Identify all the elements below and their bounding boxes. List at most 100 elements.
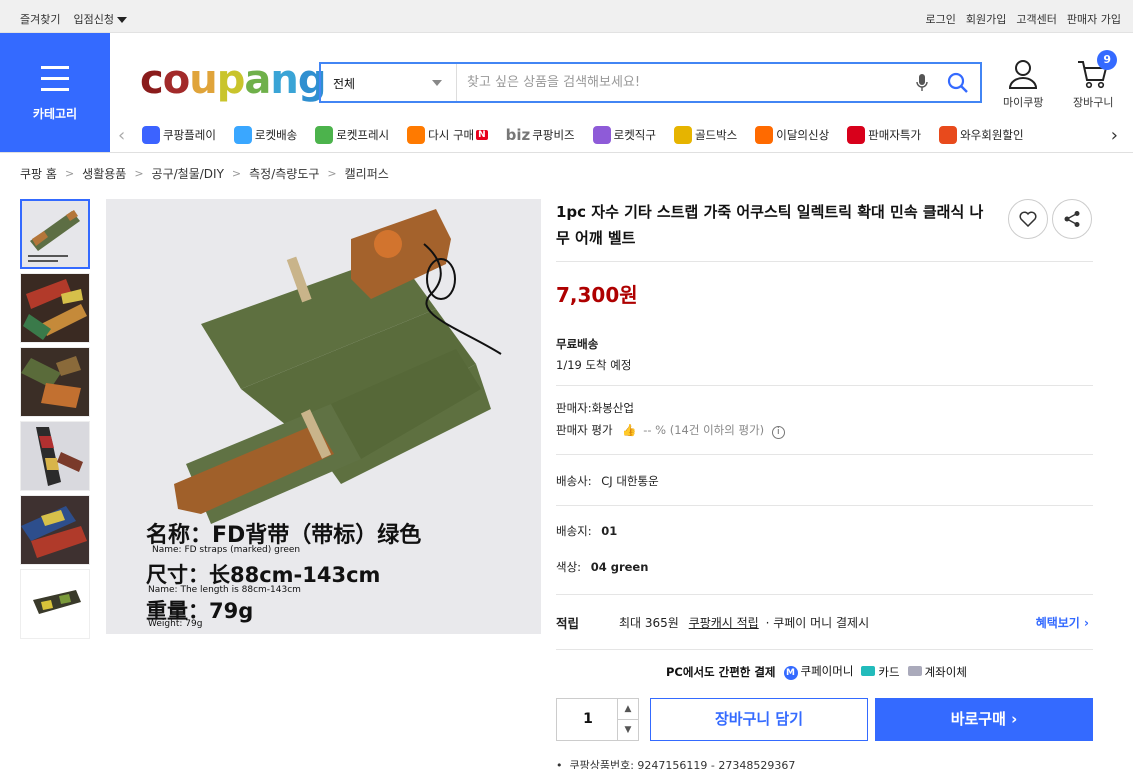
bank-icon [907, 665, 922, 676]
breadcrumb-item[interactable]: 캘리퍼스 [345, 165, 389, 182]
service-item[interactable]: 이달의신상 [755, 126, 829, 144]
service-label: 판매자특가 [868, 128, 922, 142]
seller-rating-value: -- % (14건 이하의 평가) [643, 423, 765, 437]
customer-center-link[interactable]: 고객센터 [1016, 11, 1056, 27]
payment-methods: PC에서도 간편한 결제 M 쿠페이머니 카드 계좌이체 [666, 663, 967, 680]
quantity-increase-button[interactable]: ▲ [617, 699, 638, 720]
bank-label: 계좌이체 [924, 664, 967, 679]
chevron-right-icon: > [231, 167, 242, 180]
wishlist-button[interactable] [1008, 199, 1048, 239]
search-button[interactable] [936, 64, 980, 101]
product-price: 7,300원 [556, 283, 638, 307]
caret-down-icon [116, 17, 127, 23]
bookmark-link[interactable]: 즐겨찾기 [20, 11, 60, 27]
partner-apply-link[interactable]: 입점신청 [73, 11, 127, 27]
coupang-logo[interactable]: coupang [140, 55, 326, 105]
category-menu-button[interactable]: 카테고리 [0, 33, 110, 152]
thumbnail-image[interactable] [20, 569, 90, 639]
card-label: 카드 [878, 664, 900, 679]
thumbnail-image[interactable] [20, 495, 90, 565]
chevron-left-icon[interactable]: ‹ [118, 125, 125, 146]
reward-detail: 최대 365원 쿠팡캐시 적립 · 쿠페이 머니 결제시 [619, 614, 869, 631]
service-item[interactable]: 와우회원할인 [939, 126, 1024, 144]
thumbnail-image[interactable] [20, 273, 90, 343]
breadcrumb-item[interactable]: 측정/측량도구 [249, 165, 319, 182]
thumbs-up-icon: 👍 [622, 423, 637, 437]
coupay-option: M 쿠페이머니 [783, 663, 853, 680]
rebuy-icon [407, 126, 426, 144]
color-value: 04 green [590, 560, 649, 574]
thumbnail-image[interactable] [20, 421, 90, 491]
add-to-cart-button[interactable]: 장바구니 담기 [650, 698, 868, 741]
divider [556, 385, 1093, 386]
goldbox-icon [673, 126, 692, 144]
microphone-icon[interactable] [908, 64, 936, 101]
reward-cash-link[interactable]: 쿠팡캐시 적립 [689, 616, 759, 630]
service-item[interactable]: 로켓직구 [592, 126, 656, 144]
search-scope-value: 전체 [333, 77, 356, 91]
info-icon[interactable]: i [771, 426, 785, 439]
carrier-value: CJ 대한통운 [601, 474, 659, 488]
search-icon [947, 72, 968, 93]
shipping-title: 무료배송 [556, 337, 599, 351]
service-item[interactable]: 판매자특가 [847, 126, 921, 144]
top-utility-bar: 즐겨찾기 입점신청 로그인 회원가입 고객센터 판매자 가입 [0, 0, 1133, 33]
search-scope-select[interactable]: 전체 [321, 64, 457, 101]
product-number: • 쿠팡상품번호: 9247156119 - 27348529367 [556, 757, 795, 769]
wow-icon [939, 126, 958, 144]
service-item[interactable]: 로켓프레시 [315, 126, 389, 144]
global-icon [592, 126, 611, 144]
product-main-image[interactable]: 名称：FD背带（带标）绿色 Name: FD straps (marked) g… [106, 199, 541, 634]
seller-signup-link[interactable]: 판매자 가입 [1067, 11, 1121, 27]
service-item[interactable]: 다시 구매 N [407, 126, 488, 144]
mycoupang-button[interactable]: 마이쿠팡 [1003, 58, 1043, 110]
service-label: 다시 구매 [428, 128, 475, 142]
service-item[interactable]: 골드박스 [673, 126, 737, 144]
new-badge: N [476, 130, 488, 140]
share-button[interactable] [1052, 199, 1092, 239]
service-label: 이달의신상 [776, 128, 830, 142]
breadcrumb-item[interactable]: 공구/철물/DIY [152, 165, 224, 182]
divider [556, 649, 1093, 650]
chevron-right-icon[interactable]: › [1111, 125, 1118, 146]
seller-name[interactable]: 판매자:화봉산업 [556, 400, 634, 416]
carrier-label: 배송사: [556, 474, 592, 488]
signup-link[interactable]: 회원가입 [966, 11, 1006, 27]
benefit-link[interactable]: 혜택보기 › [1036, 614, 1089, 631]
bullet-icon: • [556, 759, 563, 769]
thumbnail-image[interactable] [20, 199, 90, 269]
payment-title: PC에서도 간편한 결제 [666, 664, 776, 679]
search-bar: 전체 [319, 62, 982, 103]
service-item[interactable]: 쿠팡플레이 [142, 126, 216, 144]
cart-label: 장바구니 [1073, 96, 1114, 109]
cart-button[interactable]: 9 장바구니 [1073, 50, 1118, 110]
color-row: 색상: 04 green [556, 559, 648, 575]
divider [556, 454, 1093, 455]
ship-from-row: 배송지: 01 [556, 523, 617, 539]
product-title: 1pc 자수 기타 스트랩 가죽 어쿠스틱 일렉트릭 확대 민속 클래식 나무 … [556, 203, 984, 247]
rocket-icon [233, 126, 252, 144]
breadcrumb-item[interactable]: 쿠팡 홈 [20, 165, 57, 182]
reward-max: 최대 365원 [619, 616, 679, 630]
hamburger-icon [41, 66, 69, 99]
login-link[interactable]: 로그인 [926, 11, 956, 27]
buy-now-button[interactable]: 바로구매 › [875, 698, 1093, 741]
reward-method: · 쿠페이 머니 결제시 [765, 616, 870, 630]
service-item[interactable]: biz 쿠팡비즈 [506, 126, 575, 144]
divider [556, 261, 1093, 262]
user-icon [1009, 60, 1038, 89]
quantity-value[interactable]: 1 [557, 699, 619, 740]
mycoupang-label: 마이쿠팡 [1003, 96, 1044, 109]
image-caption-weight-en: Weight: 79g [148, 619, 203, 629]
coupay-icon: M [783, 666, 798, 680]
service-item[interactable]: 로켓배송 [233, 126, 297, 144]
breadcrumb-item[interactable]: 생활용품 [82, 165, 126, 182]
ship-from-value: 01 [601, 524, 618, 538]
partner-apply-label: 입점신청 [73, 13, 114, 26]
quantity-decrease-button[interactable]: ▼ [617, 719, 638, 740]
thumbnail-image[interactable] [20, 347, 90, 417]
search-input[interactable] [457, 64, 908, 101]
divider [556, 505, 1093, 506]
header-divider [0, 152, 1133, 153]
chevron-right-icon: › [1011, 710, 1018, 728]
